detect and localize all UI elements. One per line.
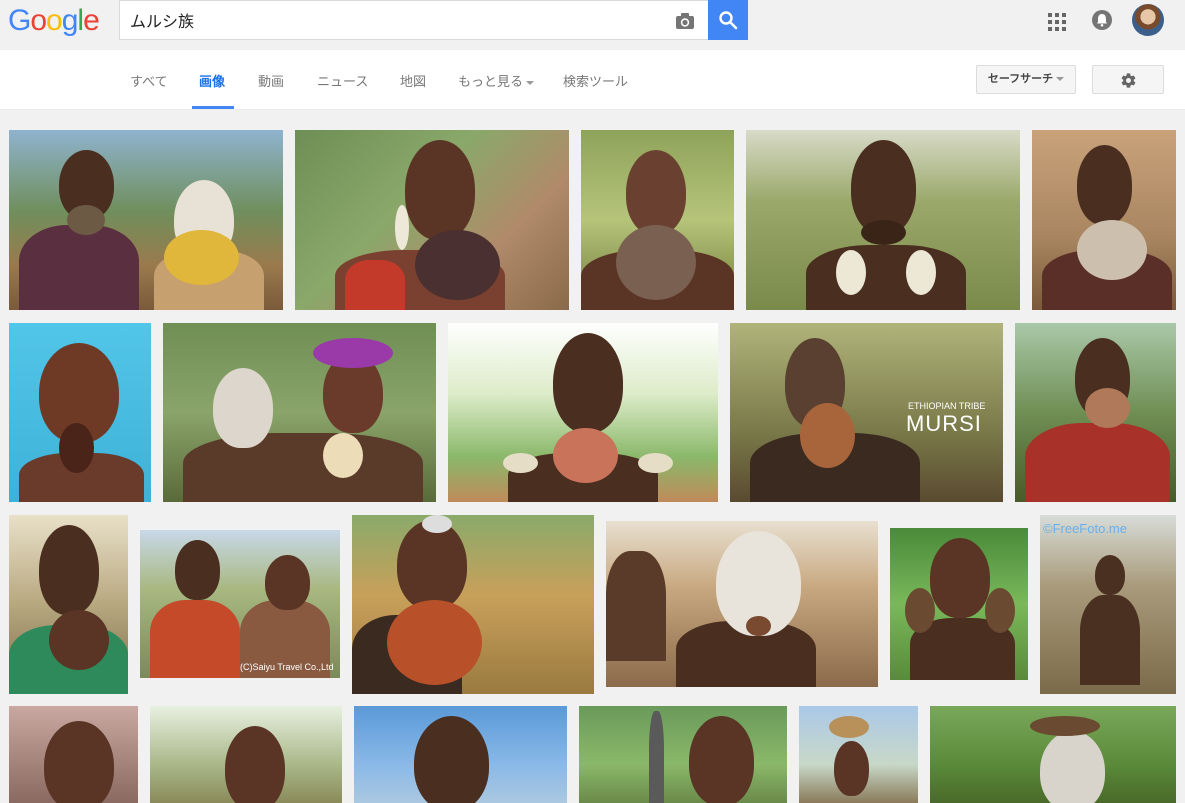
tab-more[interactable]: もっと見る: [458, 71, 535, 90]
watermark-ethiopian-tribe: ETHIOPIAN TRIBE: [908, 401, 986, 411]
search-icon: [719, 11, 738, 30]
image-result[interactable]: (C)Saiyu Travel Co.,Ltd: [140, 530, 340, 678]
image-result[interactable]: ©FreeFoto.me: [1040, 515, 1176, 694]
tab-all[interactable]: すべて: [130, 71, 168, 90]
chevron-down-icon: [526, 80, 535, 85]
image-result[interactable]: [9, 130, 283, 310]
tab-maps[interactable]: 地図: [400, 71, 426, 90]
image-result[interactable]: [581, 130, 734, 310]
tab-images[interactable]: 画像: [199, 71, 225, 90]
tab-videos[interactable]: 動画: [258, 71, 284, 90]
image-result[interactable]: [9, 515, 128, 694]
image-result[interactable]: [799, 706, 918, 803]
image-results-grid: ETHIOPIAN TRIBE MURSI (C)Saiyu Travel Co…: [0, 110, 1185, 803]
notification-bell-icon[interactable]: [1092, 10, 1112, 30]
camera-icon[interactable]: [674, 10, 696, 32]
image-result[interactable]: ETHIOPIAN TRIBE MURSI: [730, 323, 1003, 502]
search-button[interactable]: [708, 0, 748, 40]
safesearch-label: セーフサーチ: [987, 73, 1054, 85]
image-result[interactable]: [354, 706, 567, 803]
image-result[interactable]: [9, 706, 138, 803]
image-result[interactable]: [1015, 323, 1176, 502]
search-input[interactable]: [130, 7, 650, 33]
image-result[interactable]: [1032, 130, 1176, 310]
active-tab-indicator: [192, 106, 234, 109]
safesearch-button[interactable]: セーフサーチ: [976, 65, 1076, 94]
watermark-mursi: MURSI: [906, 411, 982, 436]
avatar[interactable]: [1132, 4, 1164, 36]
navigation-bar: すべて 画像 動画 ニュース 地図 もっと見る 検索ツール セーフサーチ: [0, 50, 1185, 110]
image-result[interactable]: [295, 130, 569, 310]
watermark-freefoto: ©FreeFoto.me: [1043, 521, 1127, 536]
google-logo[interactable]: Google: [8, 4, 100, 38]
image-result[interactable]: [746, 130, 1020, 310]
apps-grid-icon[interactable]: [1047, 12, 1067, 32]
image-result[interactable]: [9, 323, 151, 502]
tab-more-label: もっと見る: [458, 74, 524, 89]
search-box: [119, 0, 708, 40]
image-result[interactable]: [163, 323, 436, 502]
image-result[interactable]: [930, 706, 1176, 803]
chevron-down-icon: [1056, 77, 1065, 82]
image-result[interactable]: [890, 528, 1028, 680]
gear-icon: [1121, 73, 1136, 88]
image-result[interactable]: [579, 706, 787, 803]
image-result[interactable]: [448, 323, 718, 502]
image-result[interactable]: [150, 706, 342, 803]
image-result[interactable]: [606, 521, 878, 687]
tab-news[interactable]: ニュース: [317, 71, 368, 90]
top-bar: Google: [0, 0, 1185, 50]
watermark-saiyu: (C)Saiyu Travel Co.,Ltd: [240, 662, 334, 672]
tab-search-tools[interactable]: 検索ツール: [563, 71, 628, 90]
image-result[interactable]: [352, 515, 594, 694]
settings-button[interactable]: [1092, 65, 1164, 94]
